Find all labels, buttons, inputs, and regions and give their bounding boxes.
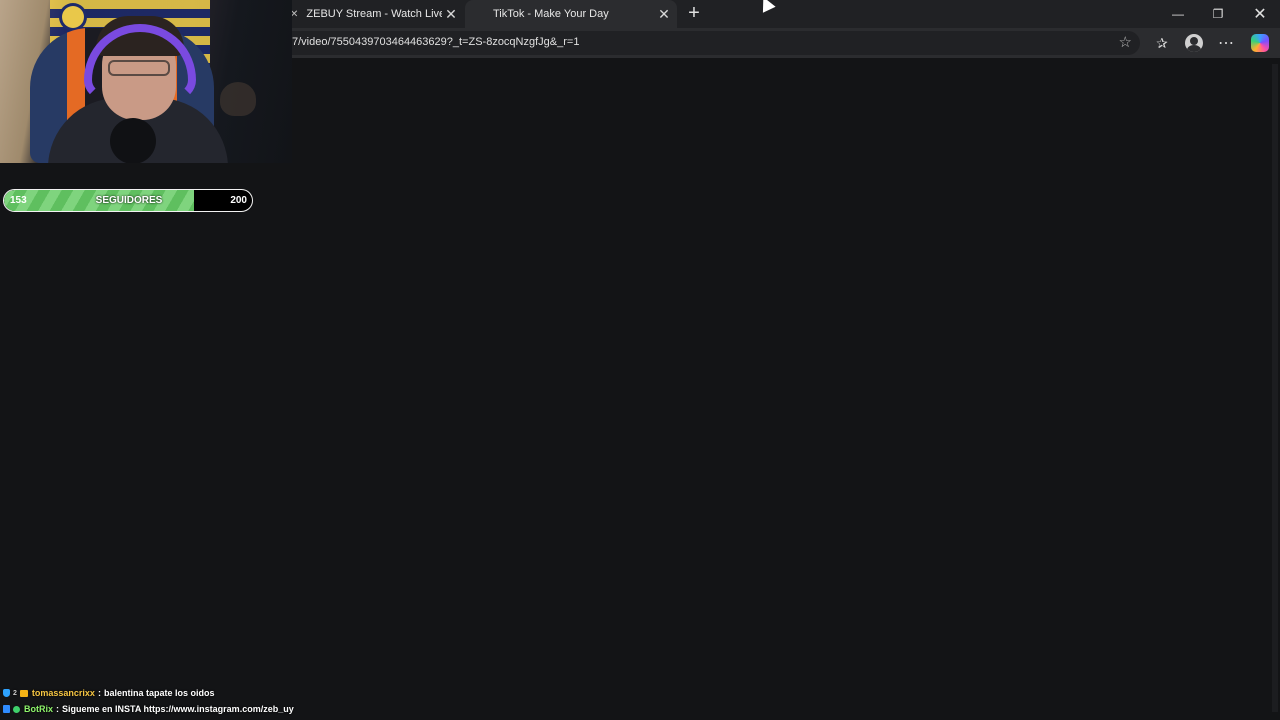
flag-sun [62, 6, 84, 28]
chat-username: BotRix [24, 704, 53, 714]
profile-icon[interactable] [1184, 33, 1204, 53]
page-scrollbar[interactable] [1272, 64, 1278, 712]
address-bar[interactable]: 7/video/7550439703464463629?_t=ZS-8zocqN… [288, 31, 1140, 55]
new-tab-button[interactable]: + [684, 3, 704, 24]
chat-separator: : [97, 688, 101, 698]
follower-goal-bar: 153 SEGUIDORES 200 [3, 189, 253, 212]
chat-message: 2 tomassancrixx : balentina tapate los o… [3, 685, 294, 701]
chat-username: tomassancrixx [31, 688, 95, 698]
tab-zebuy-stream[interactable]: ✕ ZEBUY Stream - Watch Live o ✕ [288, 0, 464, 28]
follower-goal-target: 200 [230, 195, 247, 206]
sub-badge: 2 [13, 689, 17, 697]
glasses [108, 60, 170, 76]
tiktok-favicon-icon [479, 11, 485, 17]
cat-background [220, 82, 256, 116]
copilot-icon[interactable] [1250, 33, 1270, 53]
gift-badge-icon [19, 689, 28, 697]
close-tab-icon[interactable]: ✕ [444, 6, 458, 22]
webcam-overlay [0, 0, 292, 163]
tab-title: TikTok - Make Your Day [493, 8, 609, 20]
close-window-button[interactable]: ✕ [1240, 0, 1280, 28]
more-icon[interactable]: ⋯ [1216, 33, 1236, 53]
tab-tiktok[interactable]: TikTok - Make Your Day ✕ [465, 0, 677, 28]
minimize-button[interactable]: — [1158, 0, 1198, 28]
favorites-icon[interactable]: ✰ [1152, 33, 1172, 53]
microphone [110, 118, 156, 163]
stream-chat: 2 tomassancrixx : balentina tapate los o… [3, 685, 294, 717]
bot-badge-icon [3, 705, 10, 713]
chat-text: Sigueme en INSTA https://www.instagram.c… [62, 704, 294, 714]
url-text: 7/video/7550439703464463629?_t=ZS-8zocqN… [292, 36, 580, 48]
chat-separator: : [56, 704, 59, 714]
tab-title: ZEBUY Stream - Watch Live o [306, 8, 443, 20]
close-tab-icon[interactable]: ✕ [657, 6, 671, 22]
star-icon[interactable]: ☆ [1119, 34, 1132, 51]
verified-badge-icon [13, 705, 20, 713]
chat-message: BotRix : Sigueme en INSTA https://www.in… [3, 701, 294, 717]
maximize-button[interactable]: ❐ [1198, 0, 1238, 28]
moderator-badge-icon [3, 689, 10, 697]
chat-text: balentina tapate los oidos [103, 688, 215, 698]
follower-goal-label: SEGUIDORES [95, 195, 163, 206]
